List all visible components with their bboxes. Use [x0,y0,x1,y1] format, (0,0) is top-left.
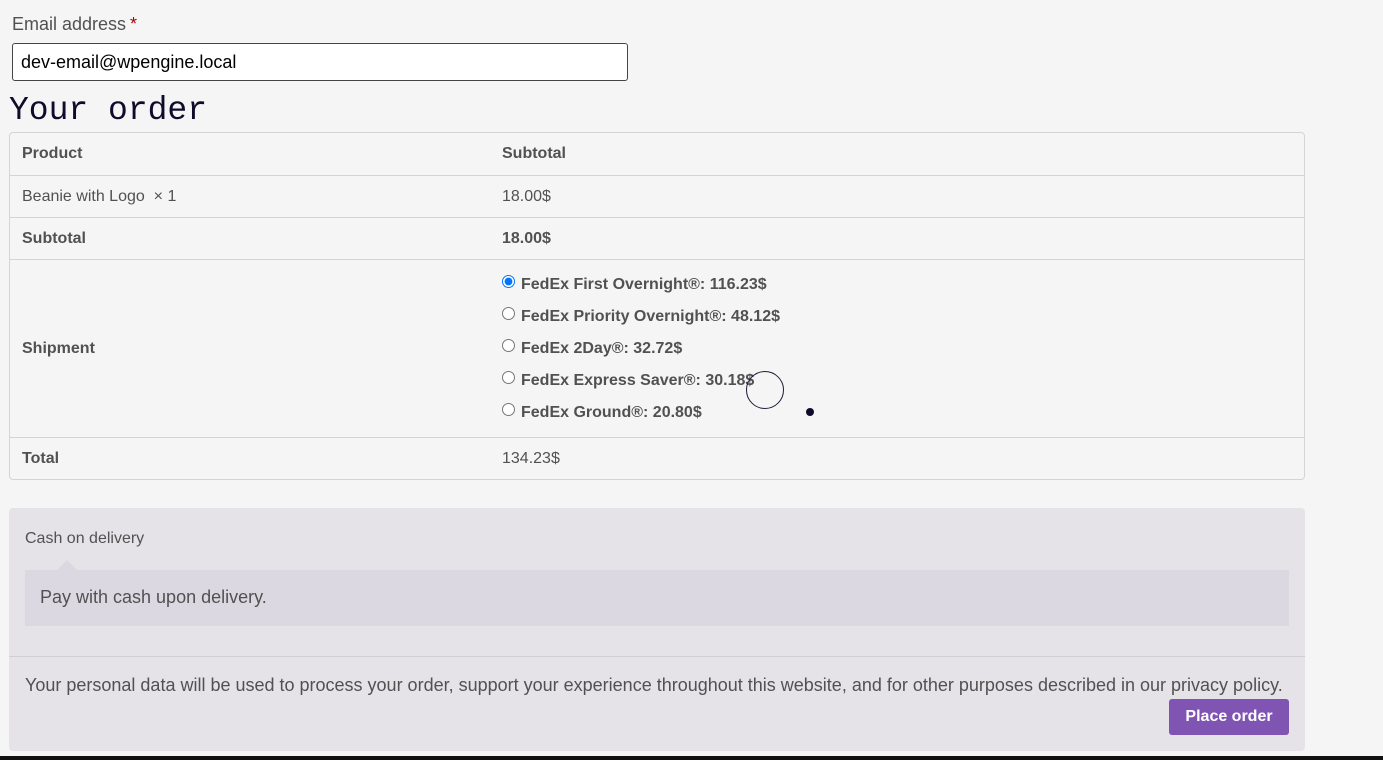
privacy-notice: Your personal data will be used to proce… [25,675,1283,696]
item-qty: × 1 [153,187,177,205]
email-field[interactable] [12,43,628,81]
item-price: 18.00$ [490,175,1304,217]
shipping-option-label[interactable]: FedEx Ground®: 20.80$ [521,404,702,422]
shipment-label: Shipment [10,259,490,437]
shipping-radio-2day[interactable] [502,339,515,352]
shipping-options-list: FedEx First Overnight®: 116.23$ FedEx Pr… [502,269,1292,429]
shipping-option[interactable]: FedEx 2Day®: 32.72$ [502,333,1292,365]
place-order-button[interactable]: Place order [1169,699,1289,735]
table-row-total: Total 134.23$ [10,437,1304,479]
payment-description-box: Pay with cash upon delivery. [25,560,1289,626]
cursor-dot-icon [806,408,814,416]
table-row-shipment: Shipment FedEx First Overnight®: 116.23$… [10,259,1304,437]
payment-section: Cash on delivery Pay with cash upon deli… [9,508,1305,751]
subtotal-label: Subtotal [10,217,490,259]
shipping-radio-first-overnight[interactable] [502,275,515,288]
privacy-end: . [1277,675,1283,695]
shipping-option-label[interactable]: FedEx Priority Overnight®: 48.12$ [521,308,780,326]
shipping-option[interactable]: FedEx Priority Overnight®: 48.12$ [502,301,1292,333]
shipping-option-label[interactable]: FedEx First Overnight®: 116.23$ [521,276,767,294]
payment-method-label[interactable]: Cash on delivery [25,530,144,548]
shipping-option[interactable]: FedEx Express Saver®: 30.18$ [502,365,1292,397]
shipping-option[interactable]: FedEx Ground®: 20.80$ [502,397,1292,429]
item-name: Beanie with Logo [22,187,145,205]
shipping-option-label[interactable]: FedEx 2Day®: 32.72$ [521,340,682,358]
col-subtotal-header: Subtotal [502,145,566,162]
order-heading: Your order [9,92,208,129]
shipping-radio-express-saver[interactable] [502,371,515,384]
cursor-ring-icon [746,371,784,409]
shipping-option[interactable]: FedEx First Overnight®: 116.23$ [502,269,1292,301]
total-value: 134.23$ [490,437,1304,479]
item-name-cell: Beanie with Logo × 1 [10,175,490,217]
payment-description: Pay with cash upon delivery. [40,587,267,607]
bottom-edge-bar [0,756,1383,760]
table-row-item: Beanie with Logo × 1 18.00$ [10,175,1304,217]
checkout-page: Email address* Your order Product Subtot… [0,0,1383,760]
shipment-options-cell: FedEx First Overnight®: 116.23$ FedEx Pr… [490,259,1304,437]
privacy-text: Your personal data will be used to proce… [25,675,1167,695]
email-label-text: Email address [12,14,127,34]
total-label: Total [10,437,490,479]
table-row-subtotal: Subtotal 18.00$ [10,217,1304,259]
divider [9,656,1305,657]
shipping-radio-ground[interactable] [502,403,515,416]
order-table: Product Subtotal Beanie with Logo × 1 18… [9,132,1305,480]
shipping-option-label[interactable]: FedEx Express Saver®: 30.18$ [521,372,754,390]
required-mark: * [130,14,138,34]
table-header-row: Product Subtotal [10,133,1304,175]
subtotal-value: 18.00$ [490,217,1304,259]
email-label: Email address * [12,14,137,35]
shipping-radio-priority-overnight[interactable] [502,307,515,320]
col-product-header: Product [22,145,83,162]
privacy-policy-link[interactable]: privacy policy [1171,675,1278,695]
